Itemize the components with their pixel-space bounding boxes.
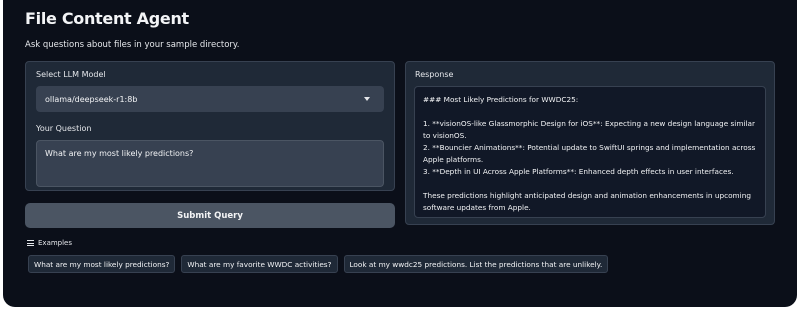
response-line: ### Most Likely Predictions for WWDC25: — [423, 95, 579, 104]
model-select[interactable]: ollama/deepseek-r1:8b — [36, 86, 384, 112]
model-select-value: ollama/deepseek-r1:8b — [45, 94, 138, 104]
app-subtitle: Ask questions about files in your sample… — [25, 40, 240, 50]
response-output[interactable]: ### Most Likely Predictions for WWDC25: … — [414, 86, 766, 218]
response-line — [423, 178, 757, 190]
response-panel: Response ### Most Likely Predictions for… — [405, 61, 775, 225]
app-title: File Content Agent — [25, 9, 189, 28]
example-chip[interactable]: What are my most likely predictions? — [28, 255, 176, 273]
examples-header: Examples — [27, 239, 72, 247]
response-label: Response — [415, 70, 454, 79]
input-panel: Select LLM Model ollama/deepseek-r1:8b Y… — [25, 61, 395, 191]
model-select-label: Select LLM Model — [36, 70, 106, 79]
submit-query-button[interactable]: Submit Query — [25, 203, 395, 228]
example-chip[interactable]: What are my favorite WWDC activities? — [181, 255, 338, 273]
response-line — [423, 106, 757, 118]
example-chip[interactable]: Look at my wwdc25 predictions. List the … — [343, 255, 609, 273]
response-line: 3. **Depth in UI Across Apple Platforms*… — [423, 167, 734, 176]
question-input[interactable]: What are my most likely predictions? — [36, 140, 384, 187]
app-window: File Content Agent Ask questions about f… — [3, 0, 797, 307]
response-line: These predictions highlight anticipated … — [423, 191, 754, 212]
response-line: 1. **visionOS-like Glassmorphic Design f… — [423, 119, 758, 140]
response-line: 2. **Bouncier Animations**: Potential up… — [423, 143, 758, 164]
examples-label: Examples — [38, 239, 73, 247]
list-icon — [27, 240, 34, 246]
examples-list: What are my most likely predictions? Wha… — [28, 255, 609, 273]
question-label: Your Question — [36, 124, 92, 133]
chevron-down-icon — [364, 97, 370, 101]
